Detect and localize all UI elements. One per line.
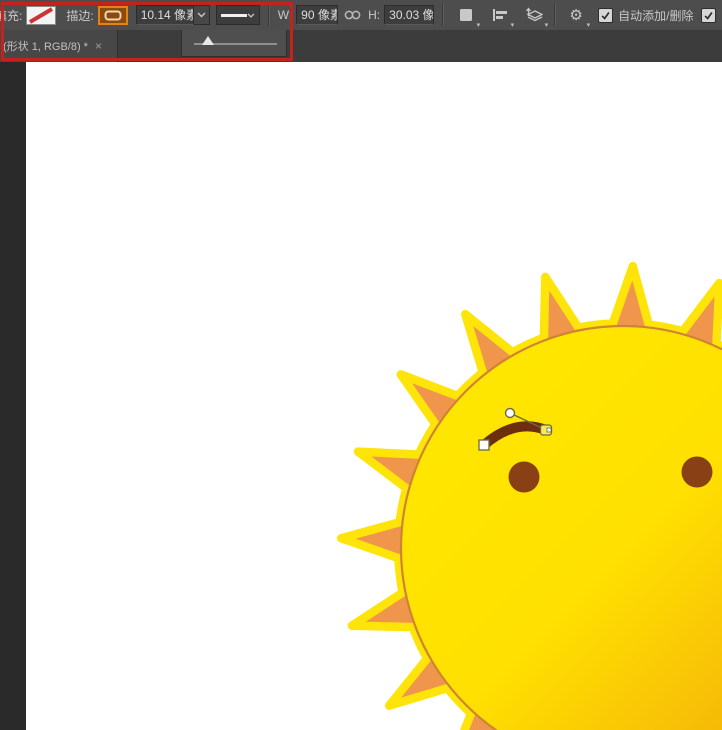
width-label: W: [278, 8, 292, 22]
path-align-icon [492, 8, 508, 22]
document-tab-title: (形状 1, RGB/8) * [3, 38, 88, 54]
path-arrange-icon [525, 7, 543, 23]
panel-edge-strip [0, 62, 26, 730]
height-label: H: [368, 8, 380, 22]
stroke-label: 描边: [66, 7, 93, 24]
tool-settings-button[interactable]: ⚙ ▾ [566, 4, 586, 26]
close-icon[interactable]: × [95, 40, 102, 52]
caret-down-icon: ▾ [587, 22, 591, 29]
separator [554, 4, 556, 26]
fill-swatch[interactable] [26, 6, 56, 25]
sun-artwork [26, 62, 722, 730]
fill-label: 填充: [0, 7, 22, 24]
align-edges-checkbox[interactable] [701, 8, 716, 23]
caret-down-icon: ▾ [477, 22, 481, 29]
tool-options-bar: 填充: 描边: 10.14 像素 W: 90 像素 H: 30.03 像素 [0, 0, 722, 31]
slider-thumb[interactable] [202, 36, 214, 45]
solid-line-icon [221, 14, 247, 17]
path-operations-button[interactable]: ▾ [456, 4, 476, 26]
document-tab[interactable]: (形状 1, RGB/8) * × [0, 30, 118, 62]
caret-down-icon: ▾ [511, 22, 515, 29]
stroke-type-select[interactable] [216, 5, 260, 25]
stroke-swatch[interactable] [98, 6, 128, 25]
gear-icon: ⚙ [569, 8, 582, 23]
stroke-width-input[interactable]: 10.14 像素 [136, 5, 194, 25]
chevron-down-icon [197, 12, 206, 18]
path-alignment-button[interactable]: ▾ [490, 4, 510, 26]
document-canvas[interactable] [26, 62, 722, 730]
checkmark-icon [600, 10, 611, 21]
auto-add-delete-label: 自动添加/删除 [618, 7, 693, 24]
link-icon [344, 9, 361, 21]
stroke-width-dropdown-button[interactable] [194, 5, 210, 25]
stroke-rect-icon [104, 10, 122, 21]
separator [442, 4, 444, 26]
stroke-width-slider-popup [181, 30, 287, 57]
auto-add-delete-checkbox[interactable] [598, 8, 613, 23]
link-dimensions-button[interactable] [342, 4, 362, 26]
shape-height-input[interactable]: 30.03 像素 [384, 5, 434, 25]
document-tab-bar: (形状 1, RGB/8) * × [0, 30, 722, 62]
checkmark-icon [703, 10, 714, 21]
path-operations-icon [459, 8, 473, 22]
separator [268, 4, 270, 26]
chevron-down-icon [247, 13, 255, 18]
shape-width-input[interactable]: 90 像素 [296, 5, 338, 25]
no-fill-icon [27, 7, 55, 24]
caret-down-icon: ▾ [545, 22, 549, 29]
path-arrangement-button[interactable]: ▾ [524, 4, 544, 26]
